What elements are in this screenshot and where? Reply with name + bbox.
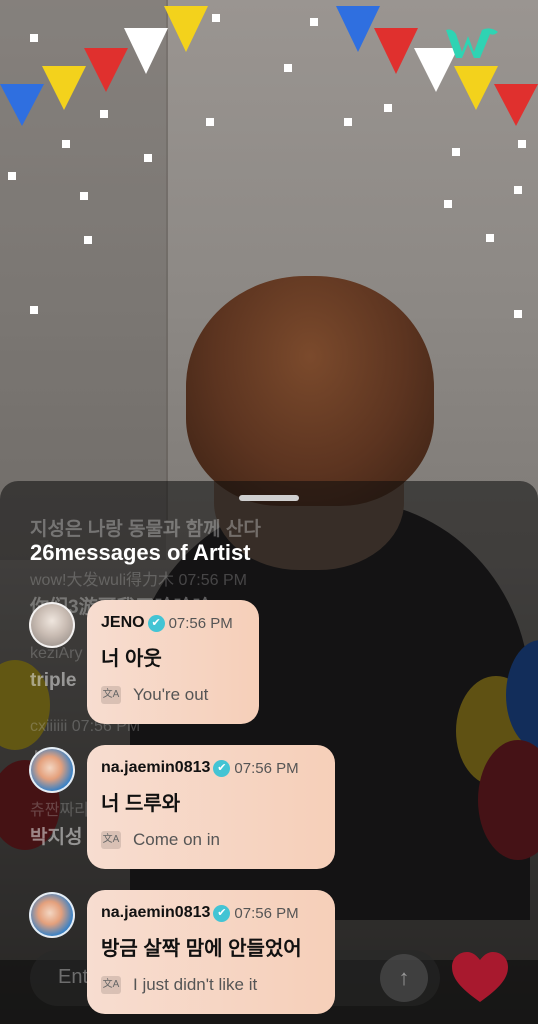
background-chat-line: 츄짠짜리 <box>30 802 89 819</box>
comment-input-placeholder: Ent <box>58 966 89 988</box>
panel-title: 26messages of Artist <box>30 540 251 565</box>
translation: 文A You're out <box>101 685 243 705</box>
artist-message[interactable]: na.jaemin0813 ✔ 07:56 PM 방금 살짝 맘에 안들었어 文A … <box>87 890 335 1014</box>
confetti <box>206 118 214 126</box>
translation-text: Come on in <box>133 830 220 850</box>
translation-text: I just didn't like it <box>133 975 258 995</box>
confetti <box>514 186 522 194</box>
confetti <box>514 310 522 318</box>
confetti <box>30 34 38 42</box>
artist-message[interactable]: JENO ✔ 07:56 PM 너 아웃 文A You're out <box>87 600 259 724</box>
heart-icon[interactable] <box>450 950 510 1006</box>
weverse-logo <box>446 28 498 58</box>
avatar[interactable] <box>29 747 75 793</box>
confetti <box>384 104 392 112</box>
message-time: 07:56 PM <box>234 904 299 922</box>
confetti <box>284 64 292 72</box>
message-time: 07:56 PM <box>234 759 299 777</box>
confetti <box>212 14 220 22</box>
background-chat-line: triple <box>30 670 77 691</box>
bunting-flag <box>454 66 498 110</box>
bunting-flag <box>42 66 86 110</box>
nickname: na.jaemin0813 <box>101 904 211 921</box>
confetti <box>84 236 92 244</box>
drag-handle[interactable] <box>239 495 299 501</box>
wall-edge <box>166 0 168 520</box>
confetti <box>144 154 152 162</box>
message-time: 07:56 PM <box>168 614 233 632</box>
translation-text: You're out <box>133 685 209 705</box>
nickname: na.jaemin0813 <box>101 759 211 776</box>
person-hair <box>186 276 434 506</box>
verified-icon: ✔ <box>213 759 231 777</box>
send-button[interactable]: ↑ <box>380 954 428 1002</box>
background-chat-line: wow!大发wuli得力木 07:56 PM <box>30 572 247 589</box>
message-text: 너 아웃 <box>101 648 162 671</box>
background-chat-line: 지성은 나랑 동물과 함께 산다 <box>30 519 261 540</box>
message-text: 방금 살짝 맘에 안들었어 <box>101 938 302 961</box>
avatar[interactable] <box>29 892 75 938</box>
confetti <box>310 18 318 26</box>
confetti <box>62 140 70 148</box>
verified-icon: ✔ <box>147 614 165 632</box>
background-chat-line: 박지성 <box>30 827 83 848</box>
confetti <box>486 234 494 242</box>
bunting-flag <box>0 84 44 126</box>
confetti <box>518 140 526 148</box>
translate-icon: 文A <box>101 976 121 995</box>
confetti <box>30 306 38 314</box>
bunting-flag <box>494 84 538 126</box>
bunting-flag <box>124 28 168 74</box>
message-text: 너 드루와 <box>101 793 181 816</box>
verified-icon: ✔ <box>213 904 231 922</box>
confetti <box>80 192 88 200</box>
avatar[interactable] <box>29 602 75 648</box>
bunting-flag <box>84 48 128 92</box>
bunting-flag <box>164 6 208 52</box>
bunting-flag <box>374 28 418 74</box>
confetti <box>344 118 352 126</box>
artist-message[interactable]: na.jaemin0813 ✔ 07:56 PM 너 드루와 文A Come on … <box>87 745 335 869</box>
confetti <box>452 148 460 156</box>
nickname: JENO <box>101 614 145 631</box>
confetti <box>444 200 452 208</box>
background-chat-line: keziAry <box>30 645 83 662</box>
translate-icon: 文A <box>101 831 121 850</box>
confetti <box>8 172 16 180</box>
confetti <box>100 110 108 118</box>
translation: 文A Come on in <box>101 830 319 850</box>
translate-icon: 文A <box>101 686 121 705</box>
translation: 文A I just didn't like it <box>101 975 319 995</box>
